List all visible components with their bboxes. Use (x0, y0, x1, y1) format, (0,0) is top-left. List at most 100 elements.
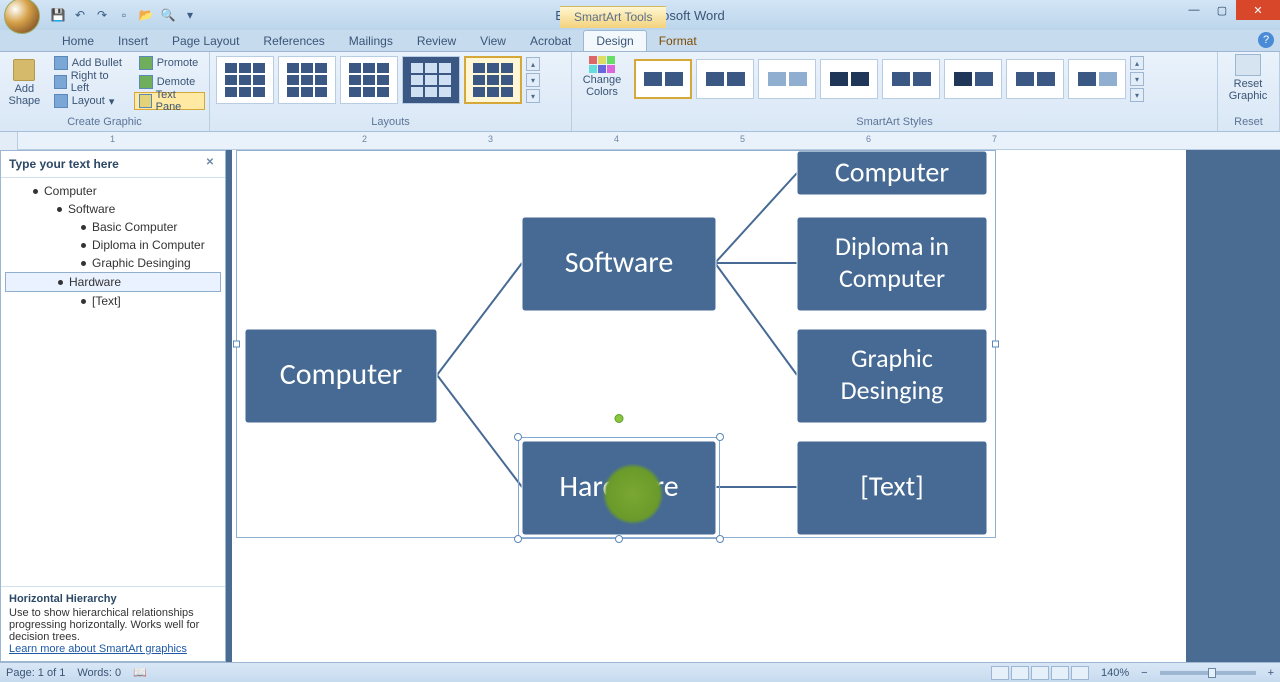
styles-down-icon[interactable]: ▾ (1130, 72, 1144, 86)
zoom-out-icon[interactable]: − (1141, 667, 1147, 679)
style-thumb-8[interactable] (1068, 59, 1126, 99)
bullet-icon (33, 189, 38, 194)
style-thumb-2[interactable] (696, 59, 754, 99)
smartart-frame[interactable]: Computer Software Hardware Computer Dipl… (236, 150, 996, 538)
bullet-icon (54, 56, 68, 70)
style-thumb-1[interactable] (634, 59, 692, 99)
gallery-more-icon[interactable]: ▾ (526, 89, 540, 103)
svg-text:Computer: Computer (835, 155, 949, 190)
page: Computer Software Hardware Computer Dipl… (232, 150, 1186, 662)
zoom-in-icon[interactable]: + (1268, 667, 1274, 679)
style-thumb-6[interactable] (944, 59, 1002, 99)
selection-handle[interactable] (514, 535, 522, 543)
tp-item[interactable]: Software (5, 200, 221, 218)
svg-text:Desinging: Desinging (841, 374, 944, 406)
layout-thumb-5-selected[interactable] (464, 56, 522, 104)
bullet-icon (81, 243, 86, 248)
layout-thumb-2[interactable] (278, 56, 336, 104)
group-layouts: ▴ ▾ ▾ Layouts (210, 52, 572, 131)
learn-more-link[interactable]: Learn more about SmartArt graphics (9, 643, 217, 655)
svg-text:Graphic: Graphic (851, 342, 933, 374)
help-icon[interactable]: ? (1258, 32, 1274, 48)
layout-thumb-3[interactable] (340, 56, 398, 104)
document-canvas[interactable]: Computer Software Hardware Computer Dipl… (226, 150, 1280, 662)
rotation-handle[interactable] (615, 414, 624, 423)
change-colors-button[interactable]: Change Colors (576, 54, 628, 100)
text-pane-close-icon[interactable]: ✕ (203, 157, 217, 171)
tp-item[interactable]: Graphic Desinging (5, 254, 221, 272)
styles-gallery-spinner: ▴ ▾ ▾ (1130, 56, 1144, 102)
qat-more-icon[interactable]: ▾ (182, 7, 198, 23)
tp-item[interactable]: Basic Computer (5, 218, 221, 236)
style-thumb-5[interactable] (882, 59, 940, 99)
undo-icon[interactable]: ↶ (72, 7, 88, 23)
spellcheck-icon[interactable]: 📖 (133, 666, 147, 679)
promote-icon (139, 56, 153, 70)
styles-more-icon[interactable]: ▾ (1130, 88, 1144, 102)
tp-item[interactable]: [Text] (5, 292, 221, 310)
tab-home[interactable]: Home (50, 31, 106, 51)
tab-acrobat[interactable]: Acrobat (518, 31, 583, 51)
view-web-layout[interactable] (1031, 666, 1049, 680)
reset-graphic-button[interactable]: Reset Graphic (1222, 54, 1274, 102)
view-draft[interactable] (1071, 666, 1089, 680)
status-words[interactable]: Words: 0 (77, 667, 121, 679)
status-page[interactable]: Page: 1 of 1 (6, 667, 65, 679)
gallery-down-icon[interactable]: ▾ (526, 73, 540, 87)
tab-format[interactable]: Format (647, 31, 709, 51)
tp-item[interactable]: Computer (5, 182, 221, 200)
layout-thumb-4[interactable] (402, 56, 460, 104)
tab-view[interactable]: View (468, 31, 518, 51)
maximize-button[interactable]: ▢ (1208, 0, 1236, 20)
close-button[interactable]: ✕ (1236, 0, 1280, 20)
info-desc: Use to show hierarchical relationships p… (9, 607, 217, 643)
tp-item[interactable]: Diploma in Computer (5, 236, 221, 254)
svg-text:Software: Software (565, 244, 674, 281)
tp-item-selected[interactable]: Hardware (5, 272, 221, 292)
zoom-slider[interactable] (1160, 671, 1256, 675)
bullet-icon (57, 207, 62, 212)
tab-references[interactable]: References (251, 31, 336, 51)
tab-design[interactable]: Design (583, 30, 646, 51)
promote-button[interactable]: Promote (134, 54, 205, 72)
open-icon[interactable]: 📂 (138, 7, 154, 23)
tab-page-layout[interactable]: Page Layout (160, 31, 251, 51)
ribbon-tabs: Home Insert Page Layout References Maili… (0, 30, 1280, 52)
tab-mailings[interactable]: Mailings (337, 31, 405, 51)
selection-handle[interactable] (615, 535, 623, 543)
tab-review[interactable]: Review (405, 31, 468, 51)
new-icon[interactable]: ▫ (116, 7, 132, 23)
layout-thumb-1[interactable] (216, 56, 274, 104)
group-reset: Reset Graphic Reset (1218, 52, 1280, 131)
add-shape-button[interactable]: Add Shape (4, 54, 45, 112)
info-title: Horizontal Hierarchy (9, 593, 217, 605)
zoom-level[interactable]: 140% (1101, 667, 1129, 679)
view-print-layout[interactable] (991, 666, 1009, 680)
tab-insert[interactable]: Insert (106, 31, 160, 51)
text-pane-body[interactable]: Computer Software Basic Computer Diploma… (1, 178, 225, 586)
view-outline[interactable] (1051, 666, 1069, 680)
redo-icon[interactable]: ↷ (94, 7, 110, 23)
layout-button[interactable]: Layout▾ (49, 92, 130, 110)
view-full-screen[interactable] (1011, 666, 1029, 680)
selection-handle[interactable] (514, 433, 522, 441)
view-buttons (991, 666, 1089, 680)
zoom-thumb[interactable] (1208, 668, 1216, 678)
right-to-left-button[interactable]: Right to Left (49, 73, 130, 91)
styles-up-icon[interactable]: ▴ (1130, 56, 1144, 70)
selection-handle[interactable] (716, 433, 724, 441)
style-thumb-4[interactable] (820, 59, 878, 99)
ruler-corner[interactable] (0, 132, 18, 150)
gallery-up-icon[interactable]: ▴ (526, 57, 540, 71)
text-pane-button[interactable]: Text Pane (134, 92, 205, 110)
svg-text:Computer: Computer (839, 262, 945, 294)
minimize-button[interactable]: — (1180, 0, 1208, 20)
style-thumb-7[interactable] (1006, 59, 1064, 99)
save-icon[interactable]: 💾 (50, 7, 66, 23)
group-label-create-graphic: Create Graphic (4, 115, 205, 129)
office-button[interactable] (4, 0, 40, 34)
selection-handle[interactable] (716, 535, 724, 543)
group-label-layouts: Layouts (214, 115, 567, 129)
print-preview-icon[interactable]: 🔍 (160, 7, 176, 23)
style-thumb-3[interactable] (758, 59, 816, 99)
